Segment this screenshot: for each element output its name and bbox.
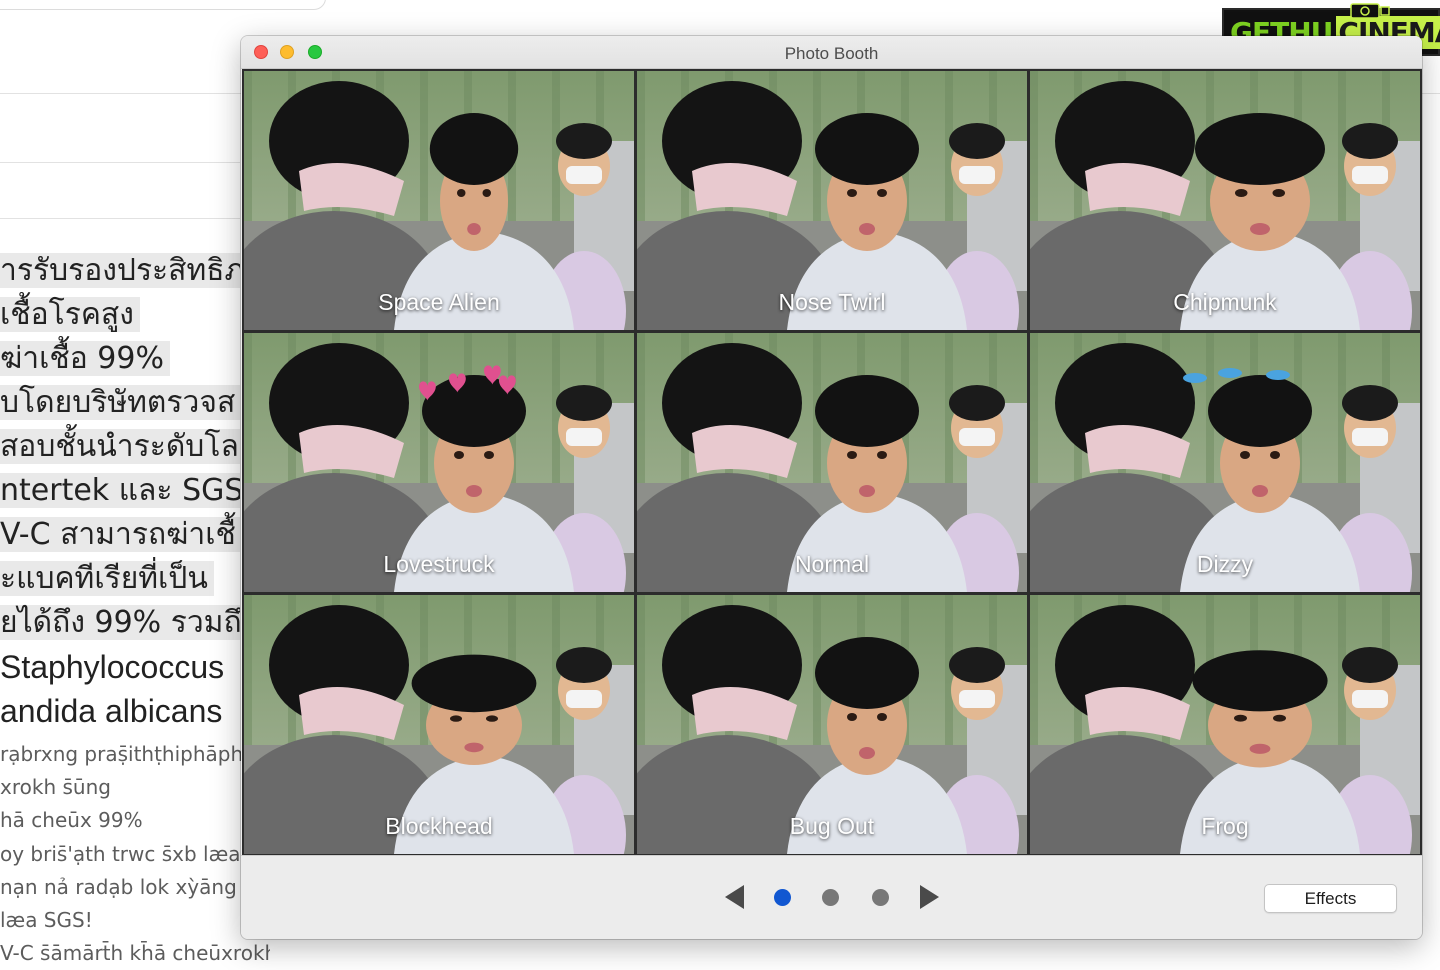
effect-label: Chipmunk [1173, 289, 1277, 315]
transliteration-line: nạn nả radạb lok xỳāng [0, 874, 237, 899]
effect-tile-dizzy[interactable]: Dizzy [1030, 333, 1420, 592]
effect-label: Normal [794, 551, 870, 577]
effect-tile-nose-twirl[interactable]: Nose Twirl [637, 71, 1027, 330]
transliteration-line: oy bris̄'ạth trwc s̄xb læa [0, 841, 241, 866]
page-dot-3[interactable] [872, 889, 889, 906]
transliteration-line: rạbrxng praṣ̄ithṭhiphāph [0, 742, 244, 766]
title-bar[interactable]: Photo Booth [241, 36, 1422, 69]
background-transliteration: rạbrxng praṣ̄ithṭhiphāph xrokh s̄ūng hā … [0, 738, 270, 970]
previous-page-arrow-icon[interactable] [722, 883, 748, 911]
thai-text-line: andida albicans [0, 693, 223, 729]
effect-tile-normal[interactable]: Normal [637, 333, 1027, 592]
effect-tile-space-alien[interactable]: Space Alien [244, 71, 634, 330]
camera-icon [1350, 3, 1390, 19]
transliteration-line: læa SGS! [0, 908, 93, 933]
thai-text-line: สอบชั้นนำระดับโล [0, 425, 240, 469]
background-divider [0, 162, 240, 163]
thai-text-line: ฆ่าเชื้อ 99% [0, 337, 240, 381]
effect-label: Lovestruck [383, 551, 495, 577]
effect-label: Frog [1201, 813, 1249, 839]
thai-text-line: ntertek และ SGS [0, 469, 240, 513]
effects-footer: Effects [241, 855, 1422, 939]
photo-booth-window: Photo Booth Space Alien Nose Twirl Chipm… [241, 36, 1422, 939]
transliteration-line: V-C s̄āmārt̄h kh̄ā cheūxrokh [0, 941, 270, 966]
effect-tile-bug-out[interactable]: Bug Out [637, 595, 1027, 854]
effect-label: Dizzy [1196, 551, 1254, 577]
thai-text-line: บโดยบริษัทตรวจส [0, 381, 240, 425]
effect-label: Bug Out [789, 813, 875, 839]
effects-button[interactable]: Effects [1264, 884, 1397, 913]
transliteration-line: xrokh s̄ūng [0, 775, 111, 800]
thai-text-line: เชื้อโรคสูง [0, 293, 240, 337]
thai-text-line: ารรับรองประสิทธิภ [0, 249, 240, 293]
thai-text-line: V-C สามารถฆ่าเชื้ [0, 513, 240, 557]
thai-text-line: ะแบคทีเรียที่เป็น [0, 557, 240, 601]
effect-label: Space Alien [378, 289, 500, 315]
effect-tile-lovestruck[interactable]: Lovestruck [244, 333, 634, 592]
thai-text-line: ยได้ถึง 99% รวมถึ [0, 601, 240, 645]
window-title: Photo Booth [784, 44, 879, 63]
effect-label: Nose Twirl [778, 289, 886, 315]
effects-grid: Space Alien Nose Twirl Chipmunk Lovestru… [242, 69, 1422, 855]
effect-tile-blockhead[interactable]: Blockhead [244, 595, 634, 854]
effect-tile-frog[interactable]: Frog [1030, 595, 1420, 854]
effect-tile-chipmunk[interactable]: Chipmunk [1030, 71, 1420, 330]
page-dot-1[interactable] [774, 889, 791, 906]
background-thai-text: ารรับรองประสิทธิภ เชื้อโรคสูง ฆ่าเชื้อ 9… [0, 249, 240, 749]
page-dot-2[interactable] [822, 889, 839, 906]
transliteration-line: hā cheūx 99% [0, 808, 143, 833]
thai-text-line: Staphylococcus [0, 649, 225, 685]
background-search-box[interactable] [0, 0, 326, 10]
background-divider [0, 218, 240, 219]
next-page-arrow-icon[interactable] [916, 883, 942, 911]
effect-label: Blockhead [385, 813, 493, 839]
